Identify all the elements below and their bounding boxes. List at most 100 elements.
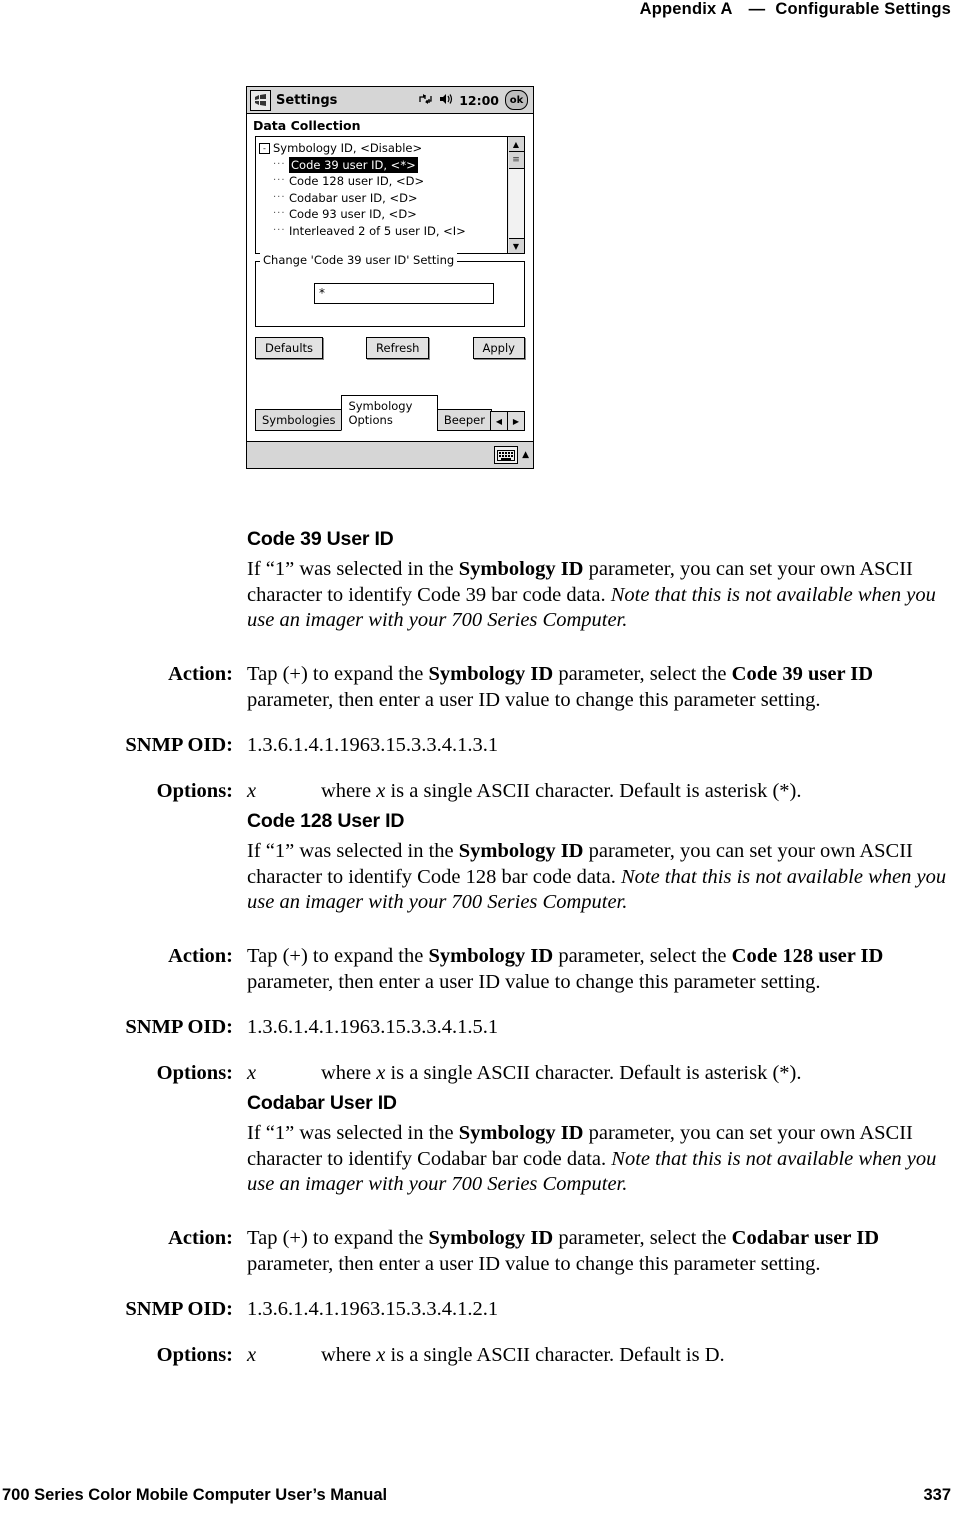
scroll-up-icon[interactable]: ▲ xyxy=(508,137,524,152)
running-head: Appendix A — Configurable Settings xyxy=(0,0,951,19)
tree-item-label: Code 128 user ID, <D> xyxy=(289,174,425,188)
change-setting-label: Change 'Code 39 user ID' Setting xyxy=(260,253,458,267)
scrollbar-thumb[interactable]: ≡ xyxy=(508,152,524,169)
action-text: parameter, then enter a user ID value to… xyxy=(247,970,821,993)
tab-symbologies[interactable]: Symbologies xyxy=(255,409,343,431)
section-body: If “1” was selected in the Symbology ID … xyxy=(247,839,962,916)
tree-scrollbar[interactable]: ▲ ≡ ▼ xyxy=(507,137,524,253)
action-bold: Codabar user ID xyxy=(731,1227,879,1249)
tree-item[interactable]: ··· Interleaved 2 of 5 user ID, <I> xyxy=(259,223,507,240)
snmp-value: 1.3.6.1.4.1.1963.15.3.3.4.1.5.1 xyxy=(247,1016,499,1038)
options-value: x where x is a single ASCII character. De… xyxy=(247,1061,969,1087)
action-bold: Symbology ID xyxy=(428,663,554,685)
tree-connector: ··· xyxy=(273,208,286,219)
action-bold: Symbology ID xyxy=(428,945,554,967)
options-text: is a single ASCII character. Default is … xyxy=(385,1061,802,1084)
defaults-button[interactable]: Defaults xyxy=(255,337,324,359)
tab-right-arrow-icon[interactable]: ▶ xyxy=(507,411,525,431)
refresh-button[interactable]: Refresh xyxy=(366,337,430,359)
panel-title: Data Collection xyxy=(253,118,361,133)
section-code128: Code 128 User ID If “1” was selected in … xyxy=(247,810,962,916)
action-text: Tap (+) to expand the xyxy=(247,663,429,685)
action-text: parameter, select the xyxy=(553,945,732,967)
body-text: If “1” was selected in the xyxy=(247,558,459,580)
page-footer: 700 Series Color Mobile Computer User’s … xyxy=(0,1486,951,1505)
section-heading: Codabar User ID xyxy=(247,1092,397,1114)
symbology-tree[interactable]: - Symbology ID, <Disable> ··· Code 39 us… xyxy=(255,136,525,254)
tree-item[interactable]: ··· Code 39 user ID, <*> xyxy=(259,156,507,173)
options-text: where xyxy=(321,1061,377,1084)
scroll-down-icon[interactable]: ▼ xyxy=(508,238,524,253)
windows-logo-icon xyxy=(250,89,271,111)
tab-beeper[interactable]: Beeper xyxy=(436,409,492,431)
pda-device-screen: Settings 12:00 ok Data Collection - Symb… xyxy=(246,86,534,469)
options-variable: x xyxy=(247,1061,257,1084)
tab-bar: Symbologies Symbology Options Beeper ◀ ▶ xyxy=(255,395,525,431)
row-action-3: Action: Tap (+) to expand the Symbology … xyxy=(0,1226,969,1368)
footer-manual-title: 700 Series Color Mobile Computer User’s … xyxy=(2,1486,388,1504)
options-italic-var: x xyxy=(376,1061,386,1084)
keyboard-icon[interactable] xyxy=(494,446,519,464)
ok-button[interactable]: ok xyxy=(505,90,528,110)
user-id-input[interactable]: * xyxy=(314,283,494,304)
screenshot-figure: Settings 12:00 ok Data Collection - Symb… xyxy=(246,86,534,469)
manual-page: Appendix A — Configurable Settings Setting… xyxy=(0,0,969,1521)
tab-symbology-options[interactable]: Symbology Options xyxy=(341,395,438,431)
window-title: Settings xyxy=(276,92,338,108)
network-icon[interactable] xyxy=(419,93,433,107)
options-variable: x xyxy=(247,779,257,802)
snmp-value: 1.3.6.1.4.1.1963.15.3.3.4.1.3.1 xyxy=(247,734,499,756)
section-codabar: Codabar User ID If “1” was selected in t… xyxy=(247,1092,962,1198)
options-italic-var: x xyxy=(376,1343,386,1366)
options-label: Options: xyxy=(156,1343,233,1366)
options-label: Options: xyxy=(156,779,233,802)
tree-items: - Symbology ID, <Disable> ··· Code 39 us… xyxy=(256,137,507,253)
tree-item[interactable]: ··· Code 93 user ID, <D> xyxy=(259,206,507,223)
page-number: 337 xyxy=(923,1486,951,1504)
action-bold: Code 39 user ID xyxy=(731,663,874,685)
tree-root-row[interactable]: - Symbology ID, <Disable> xyxy=(259,140,507,157)
tree-connector: ··· xyxy=(273,175,286,186)
running-head-dash: — xyxy=(748,0,766,18)
tree-connector: ··· xyxy=(273,224,286,236)
body-text: If “1” was selected in the xyxy=(247,840,459,862)
tree-root-label: Symbology ID, <Disable> xyxy=(273,141,423,155)
running-head-title: Configurable Settings xyxy=(775,0,951,18)
options-value: x where x is a single ASCII character. De… xyxy=(247,779,969,805)
options-text: where xyxy=(321,1343,377,1366)
action-text: Tap (+) to expand the xyxy=(247,1227,429,1249)
section-heading: Code 128 User ID xyxy=(247,810,405,832)
taskbar: ▲ xyxy=(247,441,533,468)
action-text: parameter, then enter a user ID value to… xyxy=(247,688,821,711)
section-body: If “1” was selected in the Symbology ID … xyxy=(247,1121,962,1198)
change-setting-group: Change 'Code 39 user ID' Setting * xyxy=(255,253,525,327)
expander-icon[interactable]: - xyxy=(259,142,270,154)
options-text: is a single ASCII character. Default is … xyxy=(385,779,802,802)
body-bold: Symbology ID xyxy=(458,558,584,580)
snmp-value: 1.3.6.1.4.1.1963.15.3.3.4.1.2.1 xyxy=(247,1298,499,1320)
action-text: parameter, select the xyxy=(553,663,732,685)
apply-button[interactable]: Apply xyxy=(472,337,525,359)
section-code39: Code 39 User ID If “1” was selected in t… xyxy=(247,528,962,634)
tree-item[interactable]: ··· Codabar user ID, <D> xyxy=(259,190,507,207)
action-text: Tap (+) to expand the xyxy=(247,945,429,967)
options-text: where xyxy=(321,779,377,802)
action-label: Action: xyxy=(168,663,233,685)
speaker-icon[interactable] xyxy=(439,93,453,107)
body-bold: Symbology ID xyxy=(458,840,584,862)
tab-left-arrow-icon[interactable]: ◀ xyxy=(490,411,508,431)
tree-item[interactable]: ··· Code 128 user ID, <D> xyxy=(259,173,507,190)
taskbar-arrow-icon[interactable]: ▲ xyxy=(522,450,529,460)
tree-item-label-selected: Code 39 user ID, <*> xyxy=(289,156,418,173)
snmp-label: SNMP OID: xyxy=(125,734,233,756)
running-head-appendix: Appendix A xyxy=(639,0,733,18)
action-value: Tap (+) to expand the Symbology ID param… xyxy=(247,1226,969,1277)
action-text: parameter, select the xyxy=(553,1227,732,1249)
scrollbar-track[interactable] xyxy=(508,169,524,238)
section-body: If “1” was selected in the Symbology ID … xyxy=(247,557,962,634)
tree-item-label: Interleaved 2 of 5 user ID, <I> xyxy=(289,223,466,238)
body-text: If “1” was selected in the xyxy=(247,1122,459,1144)
options-value: x where x is a single ASCII character. De… xyxy=(247,1343,969,1369)
action-bold: Symbology ID xyxy=(428,1227,554,1249)
title-bar: Settings 12:00 ok xyxy=(247,87,533,114)
